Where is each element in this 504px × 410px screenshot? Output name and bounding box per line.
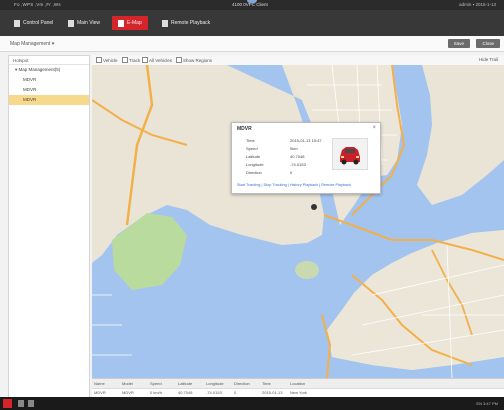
tree-item[interactable]: MDVR	[9, 85, 89, 95]
checkbox-icon	[122, 57, 128, 63]
car-image	[332, 138, 368, 170]
checkbox-icon	[176, 57, 182, 63]
e-map-label: E-Map	[127, 20, 142, 26]
window-titlebar: Fo ,WPS ,Vm ,Fr ,Ws 4100 0VPC Client adm…	[0, 0, 504, 10]
info-key: Direction	[246, 170, 262, 175]
island	[295, 261, 319, 279]
vehicle-table: Name Model Speed Latitude Longitude Dire…	[92, 378, 504, 398]
close-button[interactable]: Close	[476, 39, 500, 48]
app-icon[interactable]	[18, 400, 24, 407]
close-icon[interactable]: ×	[372, 125, 376, 131]
info-key: Latitude	[246, 154, 261, 159]
system-tray: EN 3:47 PM	[476, 401, 498, 406]
info-key: Time	[246, 138, 255, 143]
main-view-button[interactable]: Main View	[62, 16, 106, 30]
menu-bar[interactable]: Fo ,WPS ,Vm ,Fr ,Ws	[14, 2, 61, 7]
table-cell: MDVR	[122, 390, 134, 395]
option-label: Show Regions	[183, 57, 213, 63]
table-cell: 2015-01-13	[262, 390, 283, 395]
resource-tree-panel: Hotspot ▾ Map Management(5) MDVR MDVR MD…	[8, 55, 90, 399]
window-title: 4100 0VPC Client	[232, 2, 268, 7]
option-track[interactable]: Track	[122, 57, 140, 63]
option-show-regions[interactable]: Show Regions	[176, 57, 212, 63]
user-status: admin ▪ 2015-1-13	[459, 2, 496, 7]
save-button[interactable]: Save	[447, 39, 470, 48]
control-panel-button[interactable]: Control Panel	[8, 16, 59, 30]
table-cell: New York	[290, 390, 307, 395]
main-view-icon	[68, 19, 74, 27]
control-panel-icon	[14, 19, 20, 27]
tree-item-selected[interactable]: MDVR	[9, 95, 89, 105]
tree-item[interactable]: MDVR	[9, 75, 89, 85]
info-value: 0km	[290, 146, 298, 151]
info-value: 0	[290, 170, 293, 175]
map-graphic	[92, 65, 504, 378]
e-map-tab[interactable]: E-Map	[112, 16, 148, 30]
column-header[interactable]: Location	[288, 379, 316, 388]
tree-root[interactable]: ▾ Map Management(5)	[9, 65, 89, 75]
main-view-label: Main View	[77, 20, 100, 26]
column-header[interactable]: Direction	[232, 379, 260, 388]
column-header[interactable]: Time	[260, 379, 288, 388]
map-selector[interactable]: Map Management ▾	[10, 41, 54, 47]
column-header[interactable]: Speed	[148, 379, 176, 388]
option-label: All Vehicles	[149, 57, 173, 63]
hide-trail-toggle[interactable]: Hide Trail	[479, 57, 498, 62]
map-canvas[interactable]	[92, 65, 504, 378]
info-value: -74.0153	[290, 162, 306, 167]
option-all-vehicles[interactable]: All Vehicles	[142, 57, 172, 63]
option-vehicle[interactable]: Vehicle	[96, 57, 118, 63]
map-icon	[118, 19, 124, 27]
app-icon[interactable]	[28, 400, 34, 407]
table-cell: MDVR	[94, 390, 106, 395]
info-value: 40.7048	[290, 154, 305, 159]
column-header[interactable]: Model	[120, 379, 148, 388]
column-header[interactable]: Latitude	[176, 379, 204, 388]
remote-playback-button[interactable]: Remote Playback	[156, 16, 216, 30]
control-panel-label: Control Panel	[23, 20, 54, 26]
os-taskbar: EN 3:47 PM	[0, 397, 504, 410]
table-cell: 0 km/h	[150, 390, 163, 395]
remote-playback-label: Remote Playback	[171, 20, 211, 26]
checkbox-icon	[142, 57, 148, 63]
info-key: Longitude	[246, 162, 264, 167]
main-toolbar: Control Panel Main View E-Map Remote Pla…	[0, 10, 504, 36]
table-cell: -74.0153	[206, 390, 222, 395]
vehicle-info-popup: MDVR × Time 2015-01-13 15:47 Speed 0km Lat…	[231, 122, 381, 194]
chart-icon	[162, 19, 168, 27]
sub-toolbar: Map Management ▾ Save Close	[0, 36, 504, 52]
start-icon[interactable]	[3, 399, 12, 408]
option-label: Vehicle	[103, 57, 118, 63]
column-header[interactable]: Name	[92, 379, 120, 388]
checkbox-icon	[96, 57, 102, 63]
popup-action-links[interactable]: Start Tracking | Stop Tracking | History…	[237, 183, 351, 187]
panel-header: Hotspot	[9, 56, 89, 65]
table-row[interactable]: MDVR MDVR 0 km/h 40.7048 -74.0153 0 2015…	[92, 388, 504, 397]
table-cell: 0	[234, 390, 237, 395]
info-value: 2015-01-13 15:47	[290, 138, 322, 143]
car-icon	[340, 147, 360, 165]
popup-title: MDVR	[237, 126, 252, 132]
info-key: Speed	[246, 146, 258, 151]
table-cell: 40.7048	[178, 390, 193, 395]
option-label: Track	[129, 57, 141, 63]
column-header[interactable]: Longitude	[204, 379, 232, 388]
vehicle-marker	[311, 204, 317, 210]
